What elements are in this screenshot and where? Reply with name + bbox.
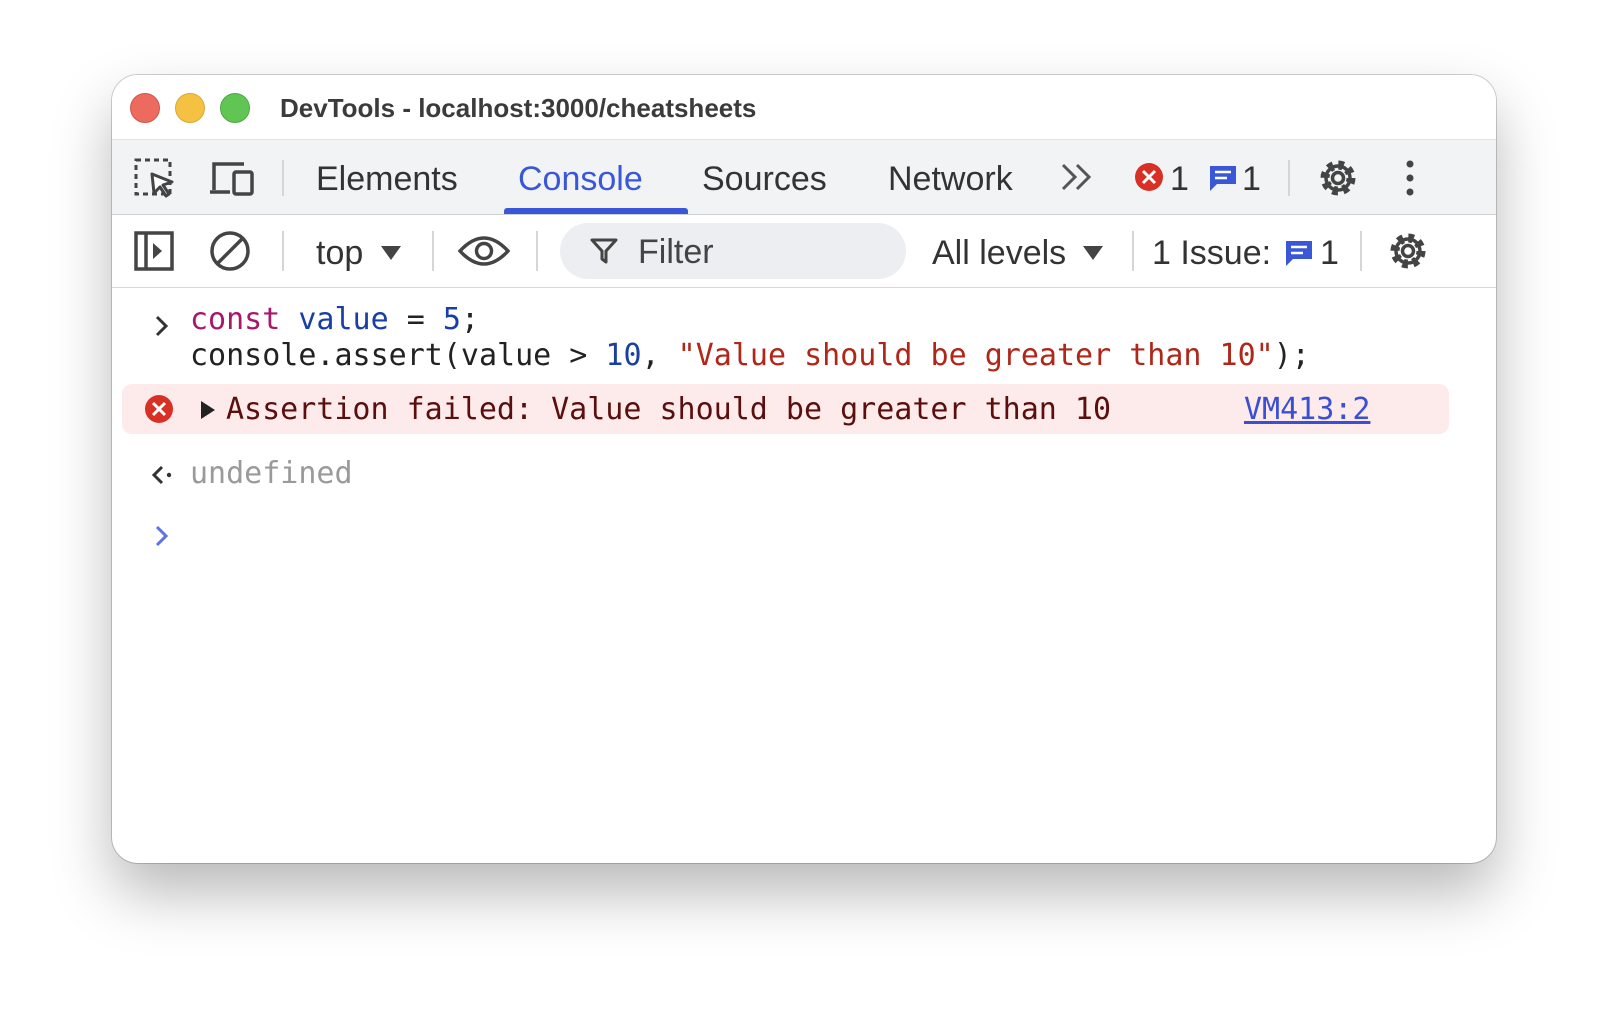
log-levels-selector[interactable]: All levels bbox=[932, 234, 1066, 273]
settings-gear-icon[interactable] bbox=[1316, 156, 1360, 200]
toolbar-divider bbox=[282, 231, 284, 271]
tab-sources[interactable]: Sources bbox=[702, 160, 827, 199]
error-source-link[interactable]: VM413:2 bbox=[1244, 392, 1370, 427]
tab-console[interactable]: Console bbox=[518, 160, 643, 199]
issues-label[interactable]: 1 Issue: bbox=[1152, 234, 1271, 273]
toolbar-divider bbox=[432, 231, 434, 271]
issues-count[interactable]: 1 bbox=[1320, 234, 1339, 273]
context-selector[interactable]: top bbox=[316, 234, 363, 273]
active-tab-indicator bbox=[504, 208, 688, 214]
filter-placeholder: Filter bbox=[638, 233, 714, 271]
error-message-text: Assertion failed: Value should be greate… bbox=[226, 392, 1112, 427]
console-toolbar: top Filter All levels 1 Issue: 1 bbox=[112, 215, 1496, 288]
clear-console-icon[interactable] bbox=[208, 229, 252, 273]
filter-funnel-icon bbox=[590, 238, 618, 264]
toolbar-divider bbox=[536, 231, 538, 271]
result-value: undefined bbox=[190, 456, 353, 491]
more-tabs-icon[interactable] bbox=[1060, 162, 1094, 192]
return-value-icon bbox=[151, 465, 172, 485]
error-badge-icon[interactable] bbox=[1134, 162, 1164, 192]
zoom-window-button[interactable] bbox=[220, 93, 250, 123]
chevron-down-icon[interactable] bbox=[380, 245, 402, 261]
show-sidebar-icon[interactable] bbox=[134, 231, 176, 273]
issue-message-icon[interactable] bbox=[1284, 239, 1314, 267]
console-prompt-icon[interactable] bbox=[154, 524, 170, 548]
device-toolbar-icon[interactable] bbox=[208, 158, 256, 198]
chevron-right-icon[interactable] bbox=[154, 314, 170, 338]
more-options-icon[interactable] bbox=[1402, 158, 1418, 198]
close-window-button[interactable] bbox=[130, 93, 160, 123]
window-title: DevTools - localhost:3000/cheatsheets bbox=[280, 93, 757, 123]
error-count[interactable]: 1 bbox=[1170, 160, 1189, 199]
console-input-line-1: const value = 5; bbox=[190, 302, 479, 337]
title-bar: DevTools - localhost:3000/cheatsheets bbox=[112, 75, 1496, 140]
message-badge-icon[interactable] bbox=[1208, 164, 1238, 192]
devtools-window: DevTools - localhost:3000/cheatsheets El… bbox=[112, 75, 1496, 863]
message-count[interactable]: 1 bbox=[1242, 160, 1261, 199]
toolbar-divider bbox=[1360, 231, 1362, 271]
filter-input[interactable]: Filter bbox=[560, 223, 906, 279]
tab-network[interactable]: Network bbox=[888, 160, 1013, 199]
panel-tabs-bar: Elements Console Sources Network 1 1 bbox=[112, 140, 1496, 215]
toolbar-divider bbox=[1132, 231, 1134, 271]
console-input-line-2: console.assert(value > 10, "Value should… bbox=[190, 338, 1310, 373]
live-expression-eye-icon[interactable] bbox=[458, 235, 510, 267]
toolbar-divider bbox=[1288, 160, 1290, 196]
tab-elements[interactable]: Elements bbox=[316, 160, 458, 199]
minimize-window-button[interactable] bbox=[175, 93, 205, 123]
console-settings-gear-icon[interactable] bbox=[1386, 229, 1430, 273]
toolbar-divider bbox=[282, 160, 284, 196]
console-error-message[interactable]: Assertion failed: Value should be greate… bbox=[122, 384, 1449, 434]
chevron-down-icon[interactable] bbox=[1082, 245, 1104, 261]
error-icon bbox=[145, 395, 173, 423]
inspect-element-icon[interactable] bbox=[134, 158, 176, 198]
expand-triangle-icon[interactable] bbox=[200, 400, 216, 420]
